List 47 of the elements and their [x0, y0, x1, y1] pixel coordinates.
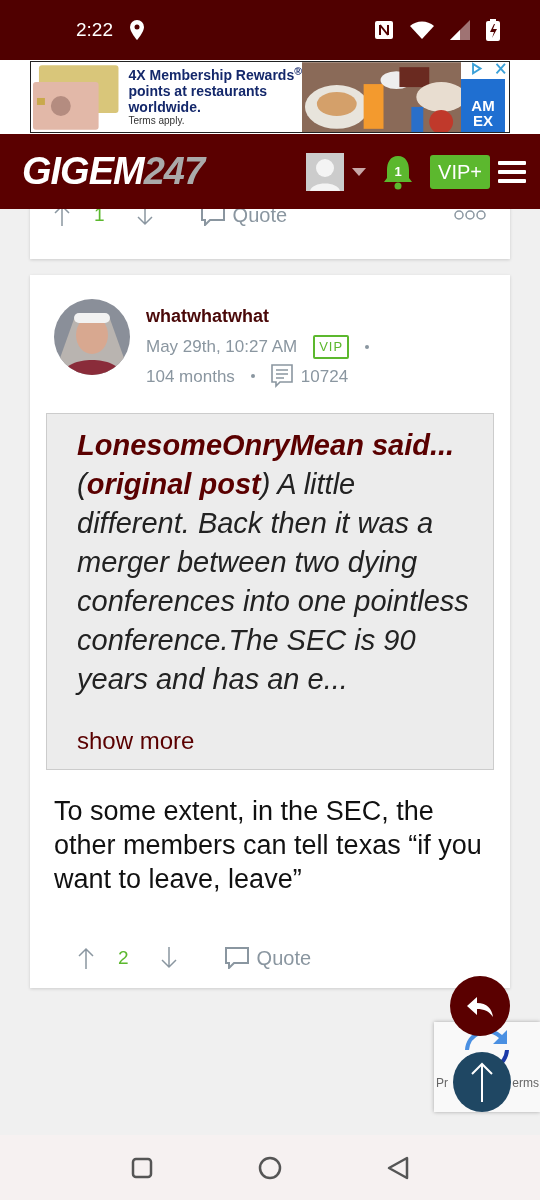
back-button[interactable] — [387, 1155, 409, 1180]
logo-text: AM — [471, 98, 495, 113]
separator-dot — [365, 344, 370, 349]
avatar-icon[interactable] — [306, 152, 345, 191]
home-button[interactable] — [258, 1155, 282, 1180]
username[interactable]: whatwhatwhat — [146, 303, 370, 330]
arrow-up-icon — [470, 1062, 494, 1102]
quote-text: LonesomeOnryMean said... (original post) A little different. Back then it was a merger between two dying conferences into one pointless conference.The SEC is 90 years and has an e... — [77, 428, 469, 697]
more-icon[interactable] — [454, 210, 486, 220]
privacy-link[interactable]: Pr — [436, 1074, 448, 1092]
menu-icon[interactable] — [498, 159, 526, 184]
signal-icon — [450, 20, 470, 40]
wifi-icon — [410, 21, 434, 39]
ad-terms: Terms apply. — [128, 115, 186, 127]
bell-icon — [382, 153, 415, 190]
terms-link[interactable]: erms — [512, 1074, 539, 1092]
ad-headline: points at restaurants — [128, 83, 268, 99]
tenure: 104 months — [146, 365, 235, 388]
post-body: To some extent, in the SEC, the other members can tell texas “if you want to leave, leave” — [54, 795, 483, 896]
downvote-icon[interactable] — [136, 209, 153, 226]
separator-dot — [250, 374, 255, 379]
site-logo[interactable]: GIGEM247 — [22, 143, 205, 200]
reply-icon — [467, 996, 493, 1017]
ad-headline: worldwide. — [128, 99, 202, 115]
vip-badge: VIP — [313, 335, 350, 359]
logo-text: EX — [473, 113, 493, 128]
upvote-icon[interactable] — [54, 209, 70, 226]
battery-icon — [486, 19, 500, 41]
upvote-count: 2 — [118, 945, 129, 970]
downvote-icon[interactable] — [160, 947, 177, 969]
ad-choices-icon[interactable] — [469, 62, 509, 76]
location-icon — [129, 19, 145, 41]
recent-apps-button[interactable] — [131, 1156, 153, 1179]
ad-headline: 4X Membership Rewards$^{®}$ — [128, 67, 302, 83]
ad-banner[interactable]: 4X Membership Rewards$^{®}$ points at restaurants worldwide. Terms apply. AM EX — [30, 61, 510, 133]
speech-bubble-icon — [200, 209, 225, 226]
post-time: May 29th, 10:27 AM — [146, 336, 298, 358]
nfc-icon — [374, 20, 394, 40]
post-count: 10724 — [300, 365, 349, 388]
caret-icon[interactable] — [352, 167, 367, 176]
notification-count: 1 — [394, 162, 402, 181]
upvote-icon[interactable] — [78, 947, 94, 969]
show-more-link[interactable]: show more — [77, 723, 195, 759]
message-icon — [270, 364, 293, 389]
quote-button[interactable]: Quote — [224, 944, 312, 972]
clock-time: 2:22 — [76, 17, 113, 42]
speech-bubble-icon — [224, 947, 249, 969]
